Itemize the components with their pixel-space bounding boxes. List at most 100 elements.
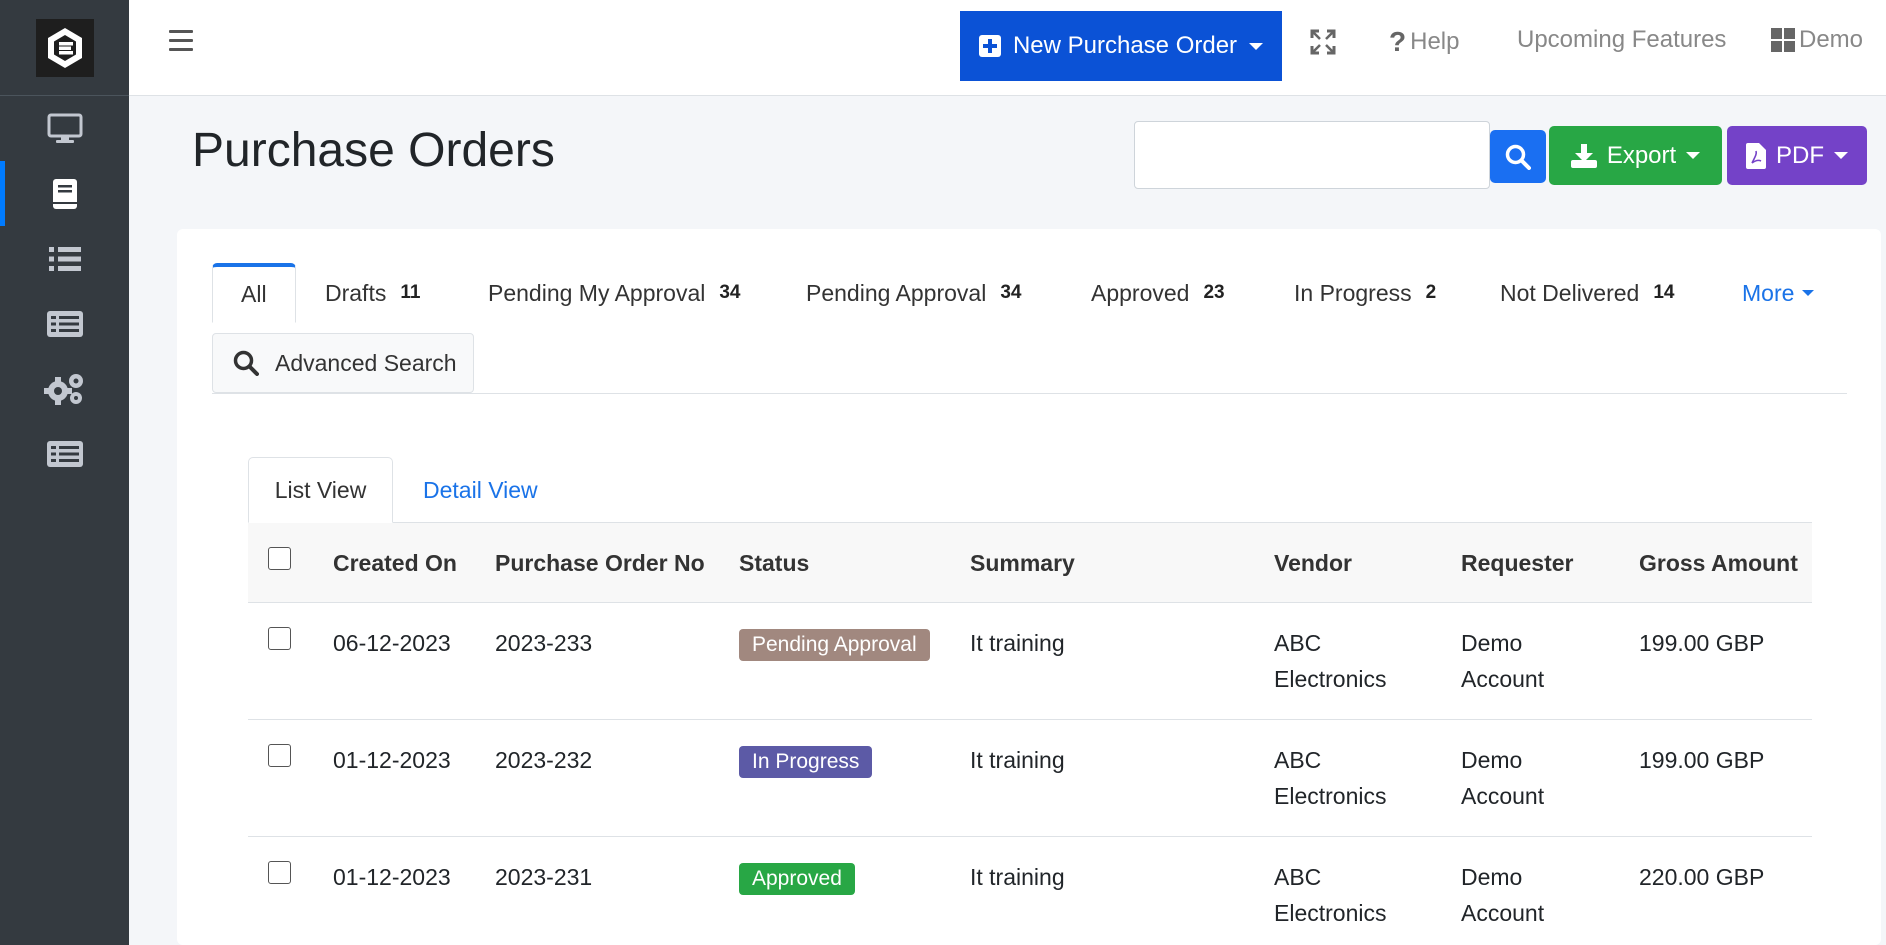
row-checkbox[interactable] [268,861,291,884]
tab-pending-approval[interactable]: Pending Approval 34 [806,263,1021,323]
po-number[interactable]: 2023-232 [495,742,592,778]
requester-line: Demo [1461,864,1523,890]
table-list-icon [46,440,83,467]
col-created-on[interactable]: Created On [333,545,457,581]
search-input[interactable] [1134,121,1490,189]
tab-label: Pending Approval [806,279,987,306]
col-requester[interactable]: Requester [1461,545,1573,581]
row-checkbox[interactable] [268,744,291,767]
divider [212,393,1847,394]
account-label: Demo [1799,26,1864,53]
tab-all[interactable]: All [212,263,296,323]
pdf-button[interactable]: PDF [1727,126,1867,185]
row-checkbox[interactable] [268,627,291,650]
tab-approved[interactable]: Approved 23 [1091,263,1225,323]
status-tabs: All Drafts 11 Pending My Approval 34 Pen… [212,263,1847,323]
sidebar [0,0,129,945]
detail-view-label: Detail View [423,476,538,503]
export-label: Export [1606,141,1677,169]
tab-detail-view[interactable]: Detail View [423,457,538,523]
table-list-icon [46,310,83,337]
help-label: Help [1410,28,1460,55]
help-link[interactable]: ? Help [1389,26,1459,58]
nav-records[interactable] [0,291,129,356]
top-navbar: New Purchase Order ? Help Upcoming Featu… [129,0,1886,96]
col-status[interactable]: Status [739,545,809,581]
tab-count: 2 [1425,282,1437,303]
nav-reports[interactable] [0,421,129,486]
vendor: ABC Electronics [1274,742,1386,814]
tab-label: Drafts [325,279,387,306]
search-icon [233,350,259,376]
vendor-line: ABC [1274,630,1322,656]
status-cell: In Progress [739,742,873,778]
gross-amount: 199.00 GBP [1639,747,1765,773]
tab-count: 23 [1203,282,1225,303]
account-menu[interactable]: Demo [1771,26,1863,54]
tab-in-progress[interactable]: In Progress 2 [1294,263,1436,323]
tab-pending-my-approval[interactable]: Pending My Approval 34 [488,263,741,323]
file-pdf-icon [1746,142,1766,169]
nav-dashboard[interactable] [0,96,129,161]
new-purchase-order-button[interactable]: New Purchase Order [960,11,1282,81]
app-logo[interactable] [35,18,94,77]
requester-line: Demo [1461,630,1523,656]
grid-icon [1771,28,1795,52]
status-badge: In Progress [739,746,873,778]
list-icon [48,246,81,271]
col-summary[interactable]: Summary [970,545,1075,581]
export-button[interactable]: Export [1549,126,1722,185]
gears-icon [43,373,83,405]
download-icon [1570,143,1597,168]
status-badge: Pending Approval [739,629,930,661]
plus-square-icon [978,35,1001,57]
po-number[interactable]: 2023-231 [495,859,592,895]
col-gross-amount[interactable]: Gross Amount [1639,545,1798,581]
nav-settings[interactable] [0,356,129,421]
gross-amount: 220.00 GBP [1639,864,1765,890]
nav-list[interactable] [0,226,129,291]
requester: Demo Account [1461,625,1544,697]
requester: Demo Account [1461,859,1544,931]
tab-count: 34 [719,282,741,303]
fullscreen-icon[interactable] [1309,28,1337,56]
summary: It training [970,864,1065,890]
advanced-search-button[interactable]: Advanced Search [212,333,474,393]
page-title: Purchase Orders [192,124,555,177]
search-button[interactable] [1490,130,1546,183]
nav-purchase-orders[interactable] [0,161,129,226]
table-row[interactable]: 06-12-2023 2023-233 Pending Approval It … [248,603,1812,720]
tab-count: 34 [1000,282,1022,303]
book-icon [52,178,77,209]
tab-not-delivered[interactable]: Not Delivered 14 [1500,263,1674,323]
requester-line: Demo [1461,747,1523,773]
chevron-down-icon [1249,42,1264,50]
more-label: More [1742,279,1795,306]
tab-label: All [241,281,267,307]
col-vendor[interactable]: Vendor [1274,545,1352,581]
advanced-search-label: Advanced Search [275,349,457,376]
question-icon: ? [1389,26,1407,57]
purchase-orders-card: All Drafts 11 Pending My Approval 34 Pen… [177,229,1881,945]
status-cell: Pending Approval [739,625,930,661]
select-all-checkbox[interactable] [268,547,291,570]
po-number[interactable]: 2023-233 [495,625,592,661]
chevron-down-icon [1802,290,1815,296]
pdf-label: PDF [1776,141,1824,169]
vendor-line: Electronics [1274,783,1387,809]
requester: Demo Account [1461,742,1544,814]
tab-drafts[interactable]: Drafts 11 [325,263,420,323]
tab-more[interactable]: More [1742,263,1815,323]
tab-label: Approved [1091,279,1190,306]
search-icon [1505,144,1531,170]
status-badge: Approved [739,863,855,895]
tab-list-view[interactable]: List View [248,457,393,523]
col-po-no[interactable]: Purchase Order No [495,545,705,581]
table-row[interactable]: 01-12-2023 2023-231 Approved It training… [248,837,1812,945]
tab-count: 14 [1653,282,1675,303]
upcoming-features-link[interactable]: Upcoming Features [1517,26,1726,54]
menu-toggle-icon[interactable] [169,30,193,52]
table-row[interactable]: 01-12-2023 2023-232 In Progress It train… [248,720,1812,837]
gross-amount: 199.00 GBP [1639,630,1765,656]
purchase-orders-table: Created On Purchase Order No Status Summ… [248,522,1812,945]
